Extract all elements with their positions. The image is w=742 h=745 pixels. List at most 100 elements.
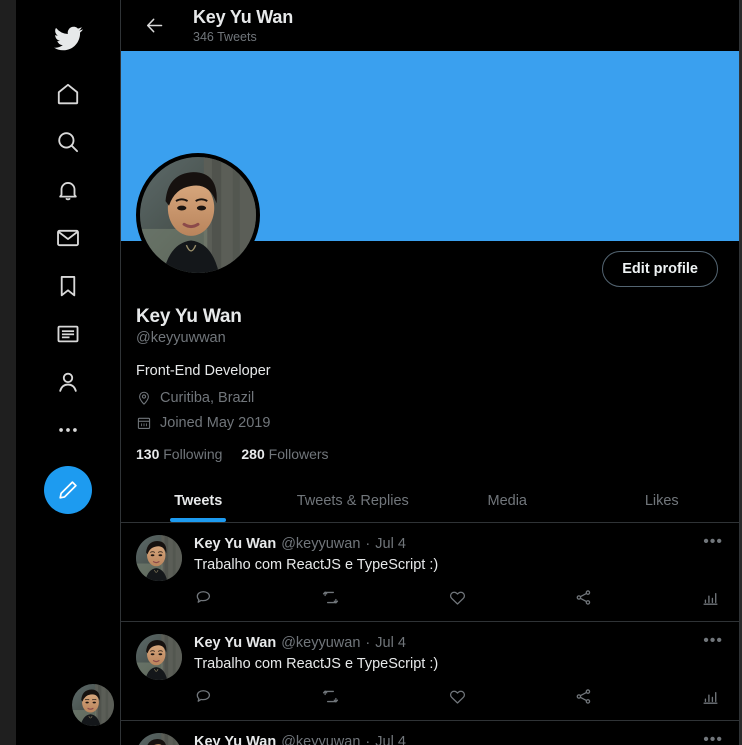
more-horizontal-icon [59, 428, 77, 432]
share-button[interactable] [574, 588, 701, 607]
profile-identity: Key Yu Wan @keyyuwwan Front-End Develope… [136, 305, 724, 462]
profile-avatar-image [140, 157, 256, 273]
tweet-author-name: Key Yu Wan [194, 536, 277, 552]
retweet-button[interactable] [321, 588, 448, 607]
profile-handle: @keyyuwwan [136, 330, 226, 346]
analytics-icon [703, 692, 718, 704]
profile-location-text: Curitiba, Brazil [160, 390, 255, 406]
envelope-icon [57, 229, 79, 247]
tweet-date: Jul 4 [375, 635, 406, 651]
sidebar-item-notifications[interactable] [44, 166, 92, 214]
window-left-gutter [0, 0, 16, 745]
retweet-button[interactable] [321, 687, 448, 706]
profile-joined-text: Joined May 2019 [160, 415, 271, 431]
tab-tweets-replies[interactable]: Tweets & Replies [276, 478, 431, 522]
account-avatar[interactable] [72, 684, 114, 726]
twitter-bird-glyph [53, 26, 83, 50]
heart-icon [449, 591, 465, 605]
sidebar-item-more[interactable] [44, 406, 92, 454]
tweet-separator: · [365, 635, 371, 651]
tweet-separator: · [365, 734, 371, 745]
analytics-button[interactable] [701, 588, 720, 607]
tweet-date: Jul 4 [375, 734, 406, 745]
avatar[interactable] [136, 535, 182, 581]
search-icon [58, 132, 79, 153]
avatar[interactable] [136, 634, 182, 680]
sidebar-item-bookmarks[interactable] [44, 262, 92, 310]
profile-header-section: Edit profile Key Yu Wan @keyyuwwan Front… [121, 153, 739, 462]
topbar-text-group: Key Yu Wan 346 Tweets [193, 7, 293, 45]
tweet-author-handle: @keyyuwan [281, 734, 361, 745]
following-label: Following [163, 446, 223, 462]
profile-topbar: Key Yu Wan 346 Tweets [121, 0, 739, 51]
bookmark-icon [60, 275, 76, 297]
twitter-bird-icon[interactable] [44, 14, 92, 62]
sidebar-item-lists[interactable] [44, 310, 92, 358]
avatar[interactable] [136, 733, 182, 745]
profile-stats: 130 Following 280 Followers [136, 446, 724, 462]
back-button[interactable] [137, 9, 171, 43]
share-button[interactable] [574, 687, 701, 706]
sidebar-item-home[interactable] [44, 70, 92, 118]
table-row[interactable]: Key Yu Wan @keyyuwan · Jul 4 Trabalho co… [121, 721, 739, 745]
tweet-separator: · [365, 536, 371, 552]
analytics-button[interactable] [701, 687, 720, 706]
tweet-body: Key Yu Wan @keyyuwan · Jul 4 Trabalho co… [182, 535, 724, 615]
reply-icon [196, 690, 211, 702]
like-button[interactable] [448, 588, 575, 607]
edit-profile-button[interactable]: Edit profile [602, 251, 718, 287]
calendar-glyph [137, 417, 151, 429]
followers-count: 280 [241, 446, 265, 462]
arrow-left-icon [146, 18, 162, 33]
sidebar-item-explore[interactable] [44, 118, 92, 166]
tweet-text: Trabalho com ReactJS e TypeScript :) [194, 656, 439, 672]
tweet-date: Jul 4 [375, 536, 406, 552]
compose-tweet-button[interactable] [44, 466, 92, 514]
home-icon [57, 83, 79, 105]
twitter-app-window: Key Yu Wan 346 Tweets Edit profile Key Y… [0, 0, 742, 745]
share-icon [576, 590, 591, 605]
profile-location-row: Curitiba, Brazil [136, 390, 724, 406]
sidebar-item-profile[interactable] [44, 358, 92, 406]
followers-label: Followers [268, 446, 329, 462]
like-button[interactable] [448, 687, 575, 706]
tweet-menu-button[interactable]: ••• [703, 732, 723, 745]
calendar-icon [136, 415, 154, 431]
profile-display-name: Key Yu Wan [136, 306, 242, 327]
followers-stat[interactable]: 280 Followers [241, 446, 328, 462]
tweet-avatar-image [136, 634, 182, 680]
profile-avatar[interactable] [136, 153, 260, 277]
tweet-avatar-image [136, 535, 182, 581]
tweet-meta: Key Yu Wan @keyyuwan · Jul 4 [194, 635, 724, 651]
heart-icon [449, 690, 465, 704]
tweet-list: Key Yu Wan @keyyuwan · Jul 4 Trabalho co… [121, 523, 739, 745]
sidebar-item-messages[interactable] [44, 214, 92, 262]
tweet-avatar-image [136, 733, 182, 745]
tab-media[interactable]: Media [430, 478, 585, 522]
tweet-author-handle: @keyyuwan [281, 536, 361, 552]
profile-tabs: Tweets Tweets & Replies Media Likes [121, 478, 739, 523]
table-row[interactable]: Key Yu Wan @keyyuwan · Jul 4 Trabalho co… [121, 523, 739, 622]
lists-icon [57, 325, 79, 343]
tweet-count: 346 Tweets [193, 29, 257, 44]
reply-button[interactable] [194, 687, 321, 706]
location-pin-glyph [139, 391, 149, 405]
tweet-body: Key Yu Wan @keyyuwan · Jul 4 Trabalho co… [182, 733, 724, 745]
tab-tweets[interactable]: Tweets [121, 478, 276, 522]
profile-bio: Front-End Developer [136, 363, 271, 379]
table-row[interactable]: Key Yu Wan @keyyuwan · Jul 4 Trabalho co… [121, 622, 739, 721]
following-count: 130 [136, 446, 160, 462]
share-icon [576, 689, 591, 704]
tweet-meta: Key Yu Wan @keyyuwan · Jul 4 [194, 734, 724, 745]
tab-likes[interactable]: Likes [585, 478, 740, 522]
pen-icon [59, 481, 77, 499]
tweet-text: Trabalho com ReactJS e TypeScript :) [194, 557, 439, 573]
tweet-menu-button[interactable]: ••• [703, 534, 723, 550]
following-stat[interactable]: 130 Following [136, 446, 222, 462]
location-pin-icon [136, 390, 154, 406]
reply-button[interactable] [194, 588, 321, 607]
tweet-menu-button[interactable]: ••• [703, 633, 723, 649]
tweet-action-bar [194, 588, 724, 607]
retweet-icon [322, 690, 338, 703]
primary-sidebar [16, 0, 120, 745]
